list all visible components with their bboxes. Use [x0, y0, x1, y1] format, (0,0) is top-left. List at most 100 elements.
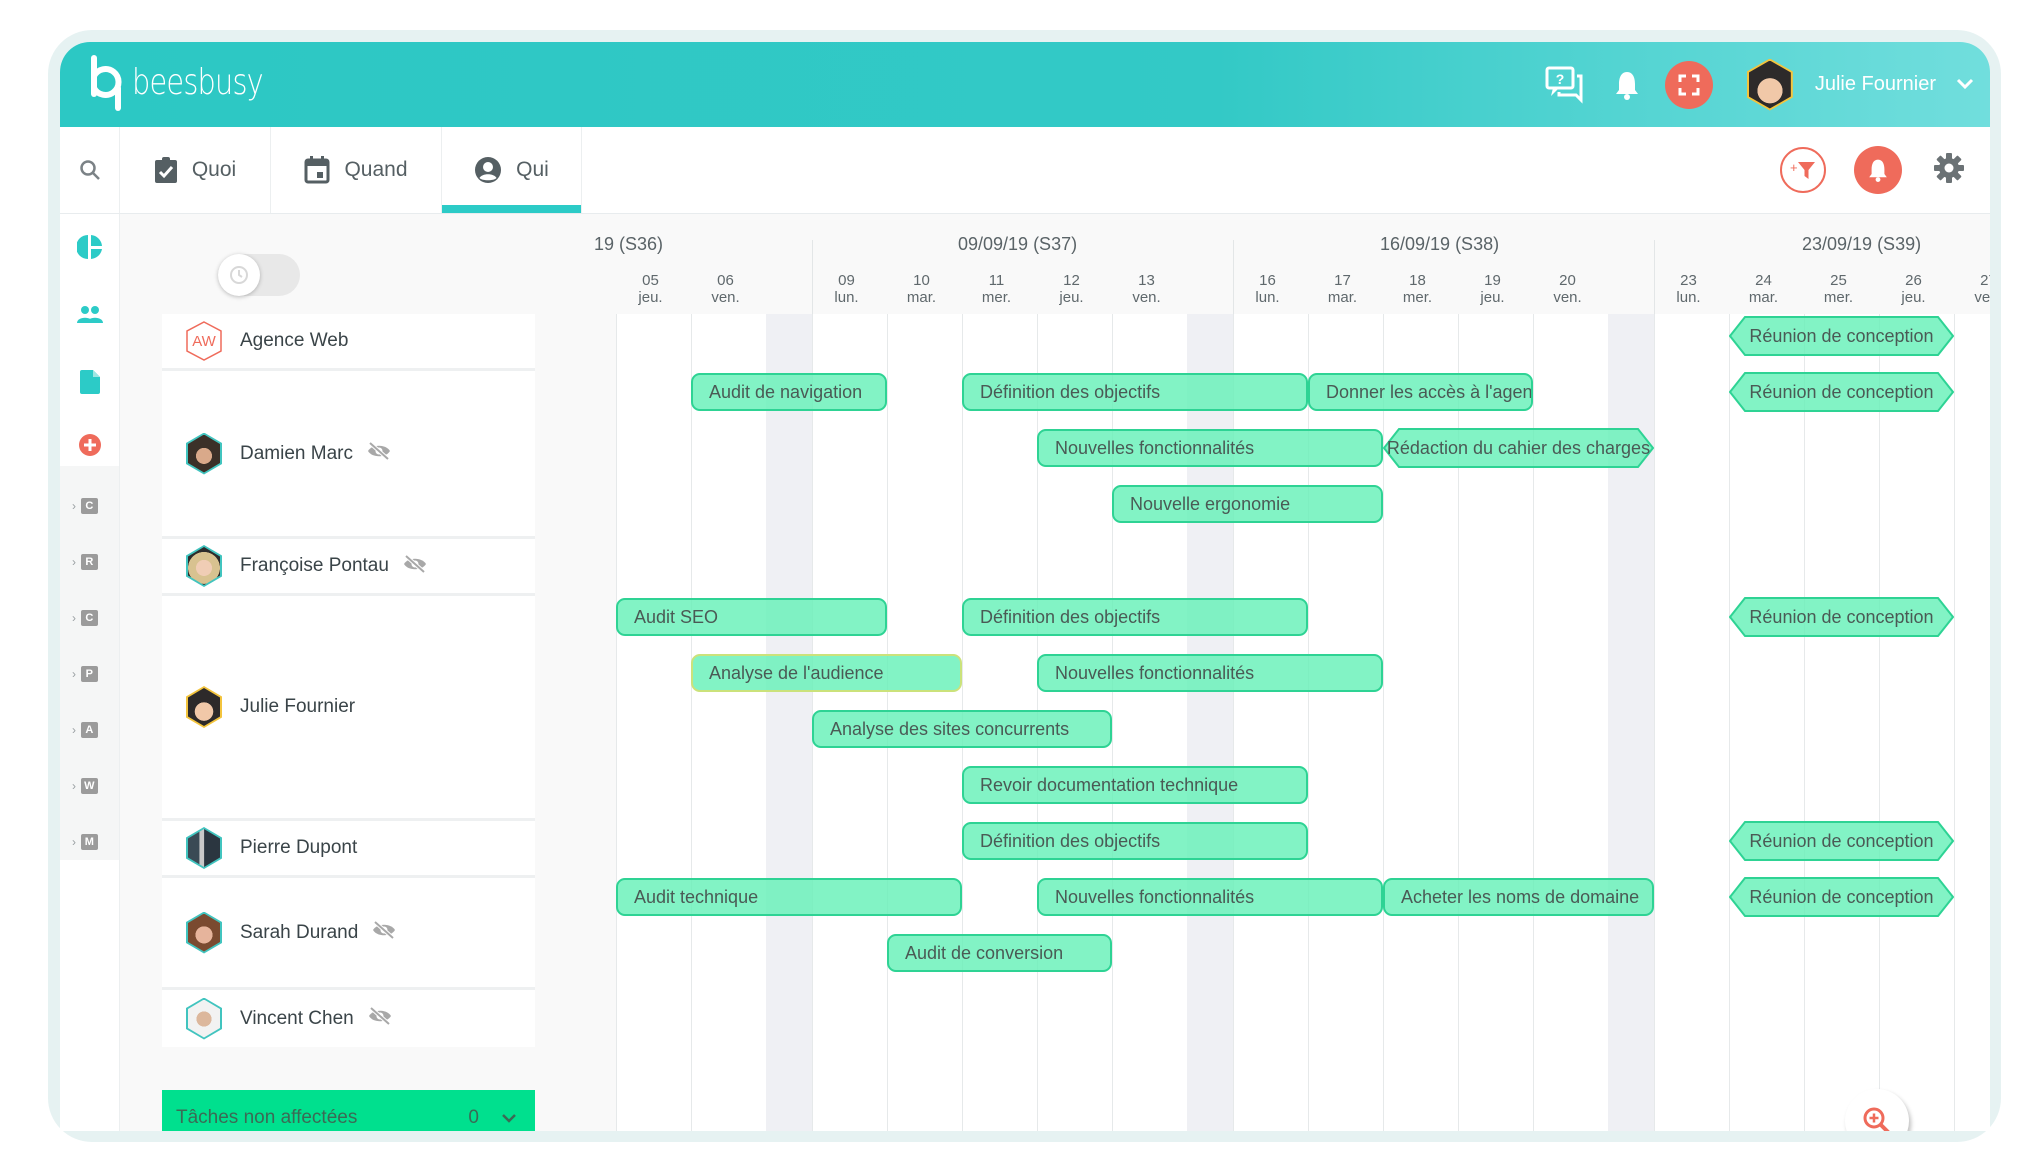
day-number: 24	[1755, 272, 1772, 289]
day-column	[1654, 314, 1729, 1131]
task-bar[interactable]: Audit de conversion	[887, 934, 1112, 972]
avatar	[186, 827, 222, 869]
eye-off-icon[interactable]	[403, 554, 427, 579]
tab-qui[interactable]: Qui	[442, 127, 582, 213]
week-label: 19 (S36)	[594, 234, 664, 254]
settings-button[interactable]	[1934, 152, 1964, 188]
task-bar[interactable]: Définition des objectifs	[962, 373, 1308, 411]
sidebar-item-add-project[interactable]	[60, 425, 119, 465]
task-label: Analyse de l'audience	[709, 662, 884, 683]
task-bar[interactable]: Nouvelles fonctionnalités	[1037, 654, 1383, 692]
resource-row[interactable]: AW Agence Web	[162, 314, 535, 371]
project-folder[interactable]: › A	[72, 720, 98, 740]
chevron-right-icon: ›	[72, 779, 76, 793]
toggle-knob[interactable]	[218, 254, 260, 296]
resource-row[interactable]: Pierre Dupont	[162, 821, 535, 878]
day-of-week: mar.	[1327, 289, 1358, 306]
user-avatar[interactable]	[1746, 58, 1793, 111]
task-bar[interactable]: Nouvelles fonctionnalités	[1037, 429, 1383, 467]
task-bar[interactable]: Nouvelle ergonomie	[1112, 485, 1383, 523]
bell-icon	[1869, 159, 1887, 182]
day-column	[691, 314, 766, 1131]
app-window: beesbusy ? Julie Fournier Quoi Quand Qui…	[60, 42, 1990, 1131]
team-icon	[76, 306, 103, 323]
unassigned-tasks-dropdown[interactable]: Tâches non affectées 0	[162, 1090, 535, 1131]
resource-row[interactable]: Françoise Pontau	[162, 539, 535, 596]
eye-off-icon[interactable]	[368, 1006, 392, 1031]
milestone-bar[interactable]: Réunion de conception	[1729, 372, 1954, 412]
sidebar-item-documents[interactable]	[60, 362, 119, 402]
task-bar[interactable]: Revoir documentation technique	[962, 766, 1308, 804]
task-bar[interactable]: Audit de navigation	[691, 373, 887, 411]
task-bar[interactable]: Audit SEO	[616, 598, 887, 636]
sidebar-item-dashboard[interactable]	[60, 227, 119, 267]
project-folder[interactable]: › R	[72, 552, 98, 572]
folder-icon: C	[80, 498, 98, 514]
task-label: Donner les accès à l'agence	[1326, 381, 1533, 402]
fullscreen-icon	[1678, 74, 1700, 95]
help-chat-icon[interactable]: ?	[1545, 66, 1585, 104]
project-folder[interactable]: › P	[72, 664, 98, 684]
unassigned-label: Tâches non affectées	[176, 1107, 358, 1128]
sidebar-item-team[interactable]	[60, 295, 119, 335]
logo[interactable]: beesbusy	[86, 52, 296, 112]
user-name[interactable]: Julie Fournier	[1815, 73, 1936, 96]
milestone-bar[interactable]: Réunion de conception	[1729, 597, 1954, 637]
resource-row[interactable]: Vincent Chen	[162, 990, 535, 1047]
tab-label: Quoi	[191, 158, 237, 181]
task-bar[interactable]: Analyse des sites concurrents	[812, 710, 1112, 748]
day-label: 16 lun.	[1238, 272, 1298, 306]
alerts-button[interactable]	[1854, 146, 1902, 194]
resource-row[interactable]: Julie Fournier	[162, 596, 535, 821]
task-bar[interactable]: Définition des objectifs	[962, 598, 1308, 636]
eye-off-icon[interactable]	[367, 441, 391, 466]
week-label: 23/09/19 (S39)	[1802, 234, 1922, 254]
task-label: Audit SEO	[634, 606, 719, 627]
planning-view: 05 jeu. 06 ven. 09 lun. 10 mar. 11 mer. 12 jeu. 13 ve…	[120, 214, 1990, 1131]
task-bar[interactable]: Audit technique	[616, 878, 962, 916]
task-bar[interactable]: Analyse de l'audience	[691, 654, 962, 692]
day-of-week: mar.	[1748, 289, 1779, 306]
task-bar[interactable]: Acheter les noms de domaine	[1383, 878, 1654, 916]
search-button[interactable]	[60, 127, 120, 213]
task-bar[interactable]: Nouvelles fonctionnalités	[1037, 878, 1383, 916]
time-toggle[interactable]	[218, 254, 300, 296]
task-label: Réunion de conception	[1749, 886, 1934, 907]
project-list	[60, 466, 119, 860]
chevron-right-icon: ›	[72, 499, 76, 513]
day-of-week: ven.	[711, 289, 740, 306]
folder-icon: A	[80, 722, 98, 738]
resource-row[interactable]: Sarah Durand	[162, 878, 535, 990]
day-number: 19	[1484, 272, 1501, 289]
clipboard-check-icon	[154, 157, 177, 183]
folder-icon: M	[80, 834, 98, 850]
project-folder[interactable]: › C	[72, 496, 98, 516]
milestone-bar[interactable]: Réunion de conception	[1729, 877, 1954, 917]
task-label: Audit de navigation	[709, 381, 863, 402]
add-filter-button[interactable]: +	[1780, 147, 1826, 193]
milestone-bar[interactable]: Réunion de conception	[1729, 821, 1954, 861]
day-of-week: ven.	[1553, 289, 1582, 306]
resource-row[interactable]: Damien Marc	[162, 371, 535, 539]
eye-off-icon[interactable]	[372, 920, 396, 945]
top-bar: beesbusy ? Julie Fournier	[60, 42, 1990, 127]
folder-icon: W	[80, 778, 98, 794]
bell-icon[interactable]	[1615, 70, 1639, 100]
task-bar[interactable]: Définition des objectifs	[962, 822, 1308, 860]
chevron-right-icon: ›	[72, 611, 76, 625]
chevron-down-icon[interactable]	[1956, 74, 1974, 95]
fullscreen-button[interactable]	[1664, 60, 1713, 109]
milestone-bar[interactable]: Réunion de conception	[1729, 316, 1954, 356]
tab-quand[interactable]: Quand	[271, 127, 442, 213]
project-folder[interactable]: › W	[72, 776, 98, 796]
milestone-bar[interactable]: Rédaction du cahier des charges	[1383, 428, 1654, 468]
day-label: 19 jeu.	[1463, 272, 1523, 306]
tab-quoi[interactable]: Quoi	[120, 127, 271, 213]
project-folder[interactable]: › M	[72, 832, 98, 852]
user-circle-icon	[475, 157, 502, 183]
day-label: 13 ven.	[1117, 272, 1177, 306]
task-bar[interactable]: Donner les accès à l'agence	[1308, 373, 1533, 411]
week-label: 16/09/19 (S38)	[1380, 234, 1500, 254]
task-label: Nouvelles fonctionnalités	[1055, 437, 1255, 458]
project-folder[interactable]: › C	[72, 608, 98, 628]
